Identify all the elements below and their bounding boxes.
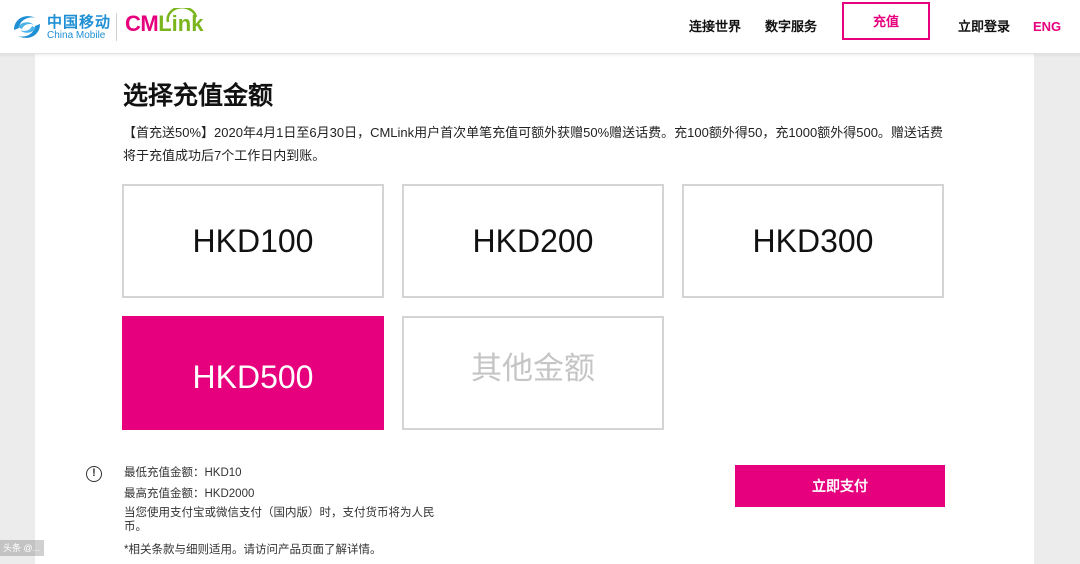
topup-panel: 选择充值金额 【首充送50%】2020年4月1日至6月30日，CMLink用户首… (35, 54, 1034, 564)
amount-label: 其他金额 (471, 350, 595, 386)
china-mobile-logo[interactable]: 中国移动 China Mobile (10, 9, 110, 45)
logo-divider (116, 13, 117, 41)
max-amount-note: 最高充值金额：HKD2000 (124, 488, 255, 500)
watermark: 头条 @... (0, 540, 44, 556)
amount-label: HKD100 (192, 222, 314, 259)
nav-digital-services[interactable]: 数字服务 (765, 12, 817, 42)
info-circle-icon: ! (86, 466, 102, 482)
currency-note: 当您使用支付宝或微信支付（国内版）时，支付货币将为人民币。 (124, 507, 435, 533)
amount-label: HKD200 (472, 222, 594, 259)
amount-option-hkd500-selected[interactable]: HKD500 (122, 316, 384, 430)
promo-text: 【首充送50%】2020年4月1日至6月30日，CMLink用户首次单笔充值可额… (123, 125, 943, 163)
amount-option-hkd100[interactable]: HKD100 (122, 184, 384, 298)
min-amount-note: 最低充值金额：HKD10 (124, 467, 242, 479)
amount-label: HKD300 (752, 222, 874, 259)
cmlink-arc-icon (166, 8, 198, 23)
pay-now-button[interactable]: 立即支付 (735, 465, 945, 507)
amount-option-other[interactable]: 其他金额 (402, 316, 664, 430)
language-switch[interactable]: ENG (1033, 12, 1061, 42)
amount-label: HKD500 (192, 358, 314, 395)
china-mobile-en: China Mobile (47, 30, 106, 41)
top-navbar: 中国移动 China Mobile CMLink 连接世界 数字服务 充值 立即… (0, 0, 1080, 54)
cmlink-logo[interactable]: CMLink (125, 8, 205, 43)
amount-option-hkd300[interactable]: HKD300 (682, 184, 944, 298)
china-mobile-cn: 中国移动 (47, 14, 112, 31)
terms-note: *相关条款与细则适用。请访问产品页面了解详情。 (124, 544, 382, 556)
nav-connect-world[interactable]: 连接世界 (689, 12, 741, 42)
nav-topup[interactable]: 充值 (842, 2, 930, 40)
cmlink-cm: CM (125, 11, 159, 36)
china-mobile-swirl-icon (14, 16, 40, 38)
nav-login[interactable]: 立即登录 (958, 12, 1010, 42)
page-title: 选择充值金额 (123, 82, 274, 110)
amount-option-hkd200[interactable]: HKD200 (402, 184, 664, 298)
